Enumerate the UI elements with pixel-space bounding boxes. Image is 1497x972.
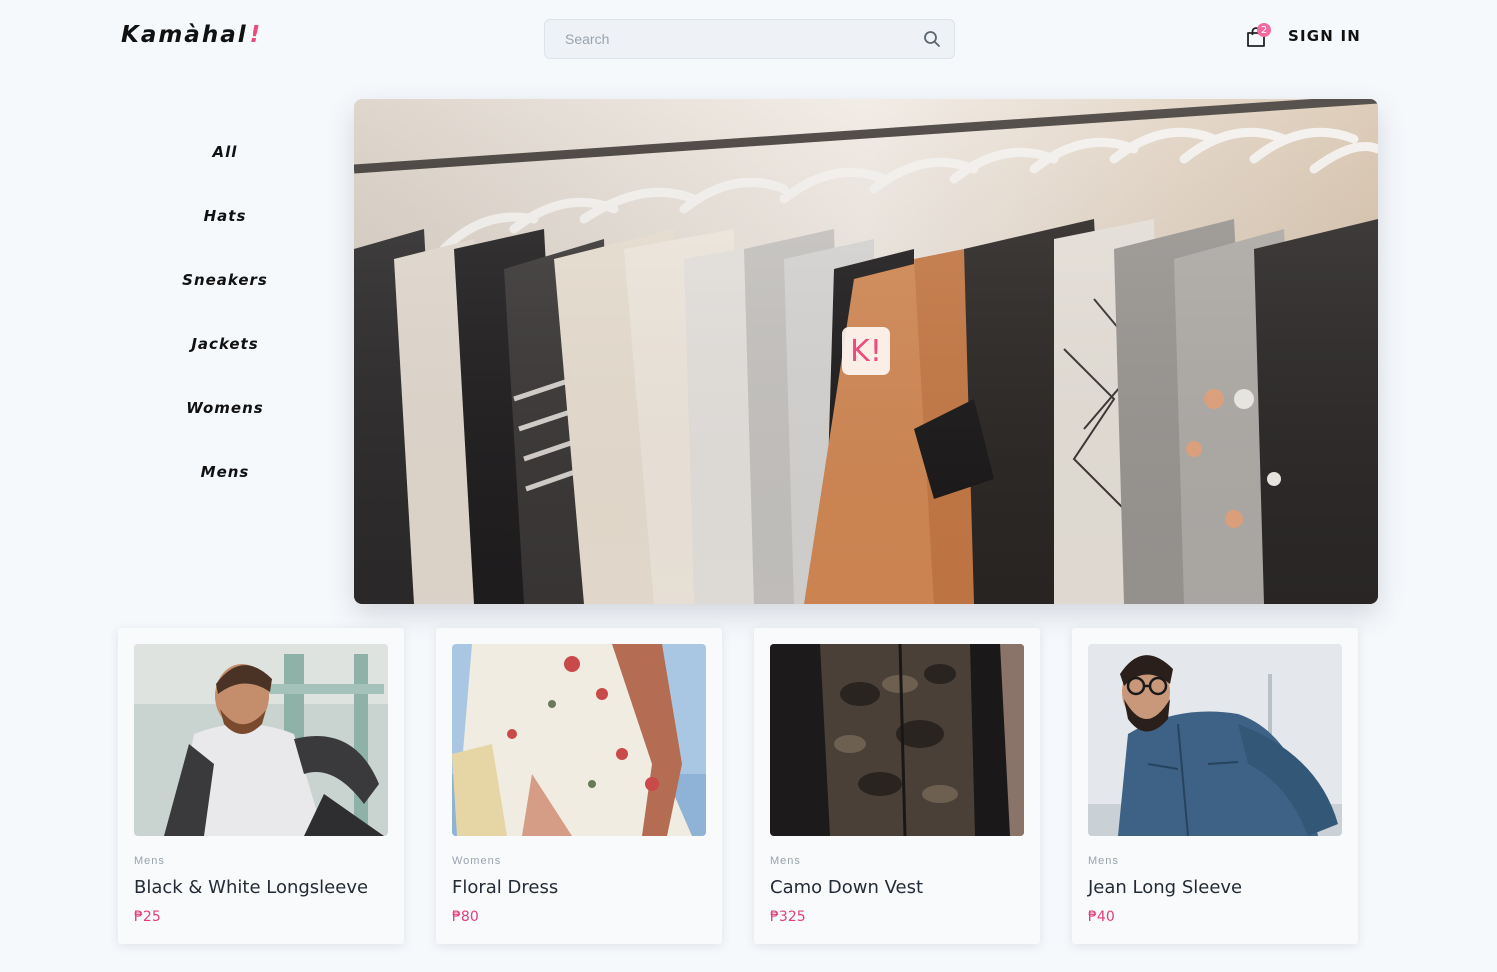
- product-price: ₱40: [1088, 909, 1115, 925]
- cart-button[interactable]: 2: [1245, 23, 1271, 48]
- product-image: [452, 644, 706, 836]
- product-image: [134, 644, 388, 836]
- search-input[interactable]: [565, 31, 922, 47]
- product-name: Camo Down Vest: [770, 877, 924, 898]
- floral-dress-photo: [452, 644, 706, 836]
- product-card[interactable]: Mens Black & White Longsleeve ₱25: [118, 628, 404, 944]
- product-price: ₱25: [134, 909, 161, 925]
- product-category: Mens: [770, 855, 801, 867]
- cart-count-badge: 2: [1257, 23, 1271, 37]
- man-in-raglan-shirt-photo: [134, 644, 388, 836]
- product-name: Floral Dress: [452, 877, 559, 898]
- logo-mark: !: [249, 22, 263, 48]
- product-category: Mens: [134, 855, 165, 867]
- brand-badge: K!: [842, 327, 890, 375]
- hero-banner: K!: [354, 99, 1378, 604]
- category-sidebar: All Hats Sneakers Jackets Womens Mens: [120, 140, 330, 524]
- product-name: Black & White Longsleeve: [134, 877, 369, 898]
- logo-text: Kamàhal: [121, 22, 248, 48]
- product-name: Jean Long Sleeve: [1088, 877, 1243, 898]
- camo-vest-photo: [770, 644, 1024, 836]
- sidebar-item-all[interactable]: All: [120, 140, 330, 204]
- product-category: Womens: [452, 855, 502, 867]
- product-image: [1088, 644, 1342, 836]
- sidebar-item-mens[interactable]: Mens: [120, 460, 330, 524]
- sidebar-item-womens[interactable]: Womens: [120, 396, 330, 460]
- search-bar: [544, 19, 955, 59]
- product-category: Mens: [1088, 855, 1119, 867]
- sidebar-item-hats[interactable]: Hats: [120, 204, 330, 268]
- search-icon[interactable]: [922, 29, 942, 49]
- sidebar-item-sneakers[interactable]: Sneakers: [120, 268, 330, 332]
- product-card[interactable]: Mens Camo Down Vest ₱325: [754, 628, 1040, 944]
- denim-shirt-man-photo: [1088, 644, 1342, 836]
- product-card[interactable]: Womens Floral Dress ₱80: [436, 628, 722, 944]
- product-image: [770, 644, 1024, 836]
- product-price: ₱325: [770, 909, 806, 925]
- sidebar-item-jackets[interactable]: Jackets: [120, 332, 330, 396]
- sign-in-link[interactable]: SIGN IN: [1288, 27, 1361, 45]
- product-card[interactable]: Mens Jean Long Sleeve ₱40: [1072, 628, 1358, 944]
- product-price: ₱80: [452, 909, 479, 925]
- brand-logo[interactable]: Kamàhal!: [121, 22, 262, 48]
